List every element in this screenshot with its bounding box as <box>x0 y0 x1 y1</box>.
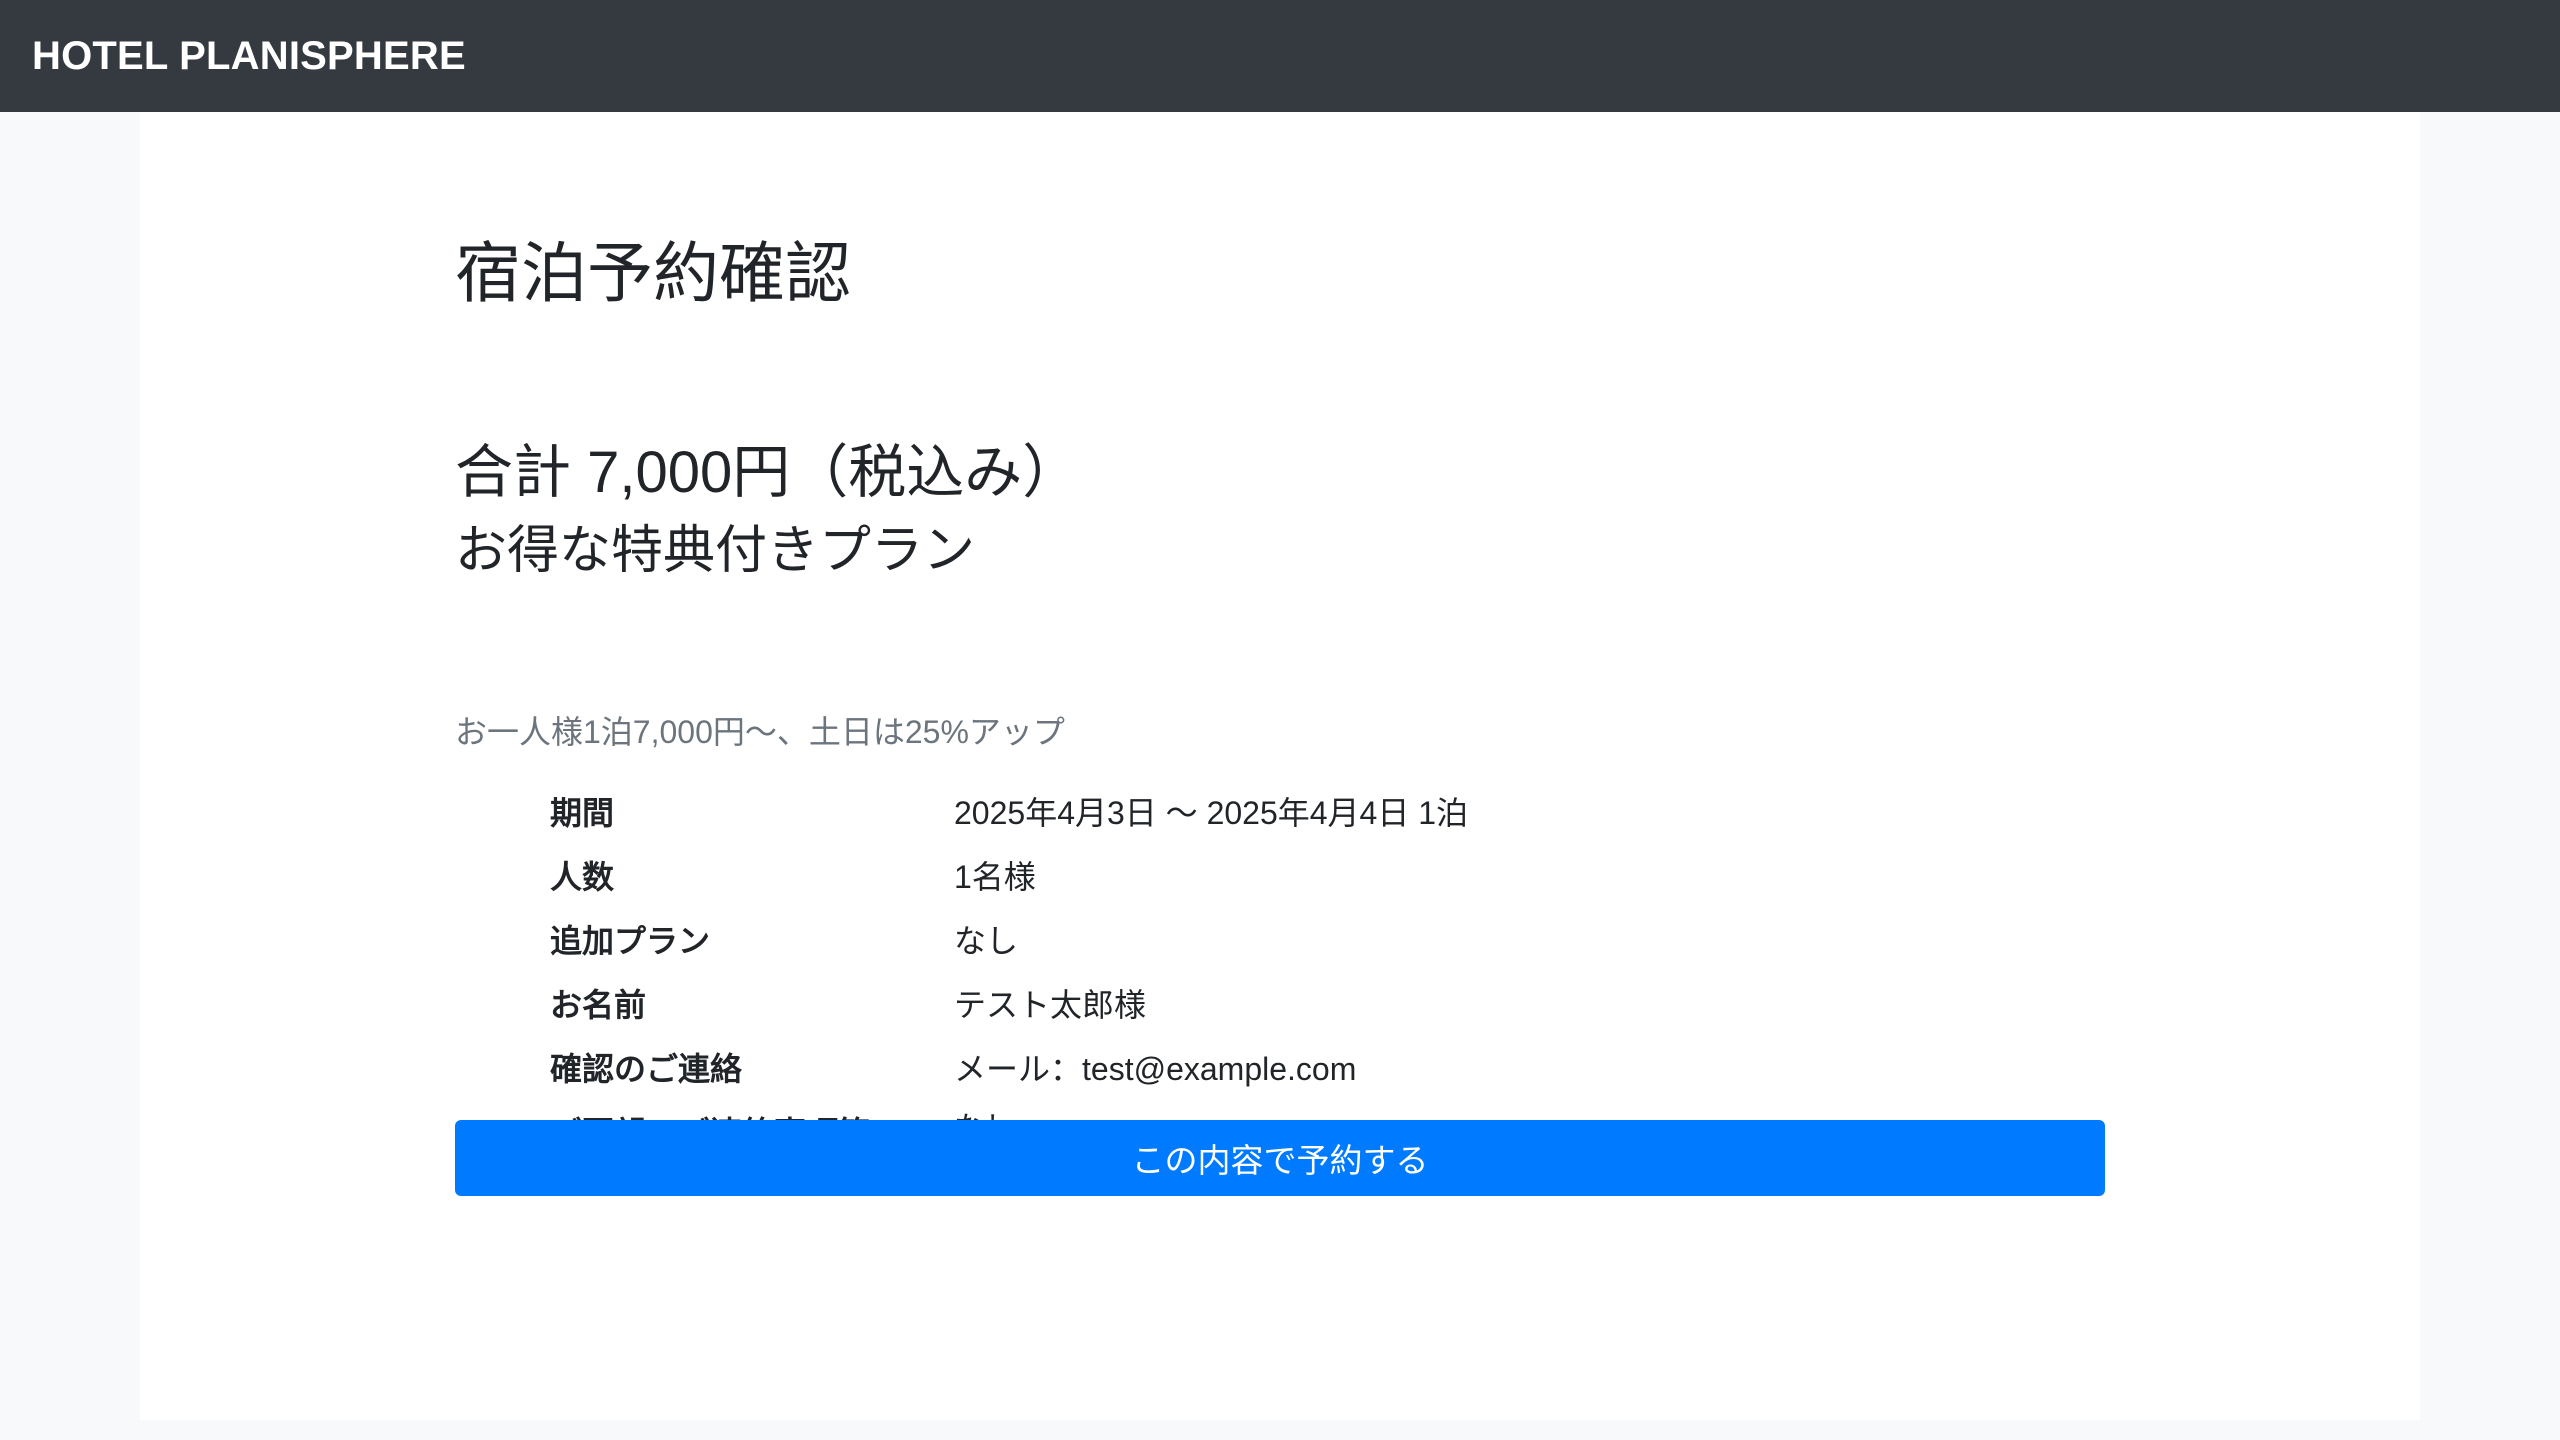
detail-row-additional-plans: 追加プラン なし <box>550 914 2050 978</box>
plan-description: お一人様1泊7,000円〜、土日は25%アップ <box>455 714 1065 750</box>
detail-value: 1名様 <box>954 859 1036 895</box>
submit-reservation-button[interactable]: この内容で予約する <box>455 1120 2105 1196</box>
total-price: 合計 7,000円（税込み） <box>455 440 1081 505</box>
detail-value: テスト太郎様 <box>954 987 1147 1023</box>
detail-value: なし <box>954 923 1019 959</box>
detail-row-guests: 人数 1名様 <box>550 850 2050 914</box>
detail-row-term: 期間 2025年4月3日 〜 2025年4月4日 1泊 <box>550 786 2050 850</box>
detail-label: 確認のご連絡 <box>550 1051 743 1087</box>
plan-name: お得な特典付きプラン <box>455 522 976 580</box>
detail-row-contact: 確認のご連絡 メール：test@example.com <box>550 1042 2050 1106</box>
detail-label: お名前 <box>550 987 647 1023</box>
detail-value: 2025年4月3日 〜 2025年4月4日 1泊 <box>954 795 1469 831</box>
detail-row-username: お名前 テスト太郎様 <box>550 978 2050 1042</box>
reservation-details: 期間 2025年4月3日 〜 2025年4月4日 1泊 人数 1名様 追加プラン… <box>550 786 2050 1170</box>
detail-label: 期間 <box>550 795 615 831</box>
page-title: 宿泊予約確認 <box>455 236 851 310</box>
detail-label: 人数 <box>550 859 615 895</box>
detail-label: 追加プラン <box>550 923 711 959</box>
detail-value: メール：test@example.com <box>954 1051 1357 1087</box>
top-navbar: HOTEL PLANISPHERE <box>0 0 2560 112</box>
main-container: 宿泊予約確認 合計 7,000円（税込み） お得な特典付きプラン お一人様1泊7… <box>140 112 2420 1420</box>
brand-logo-link[interactable]: HOTEL PLANISPHERE <box>32 34 466 79</box>
